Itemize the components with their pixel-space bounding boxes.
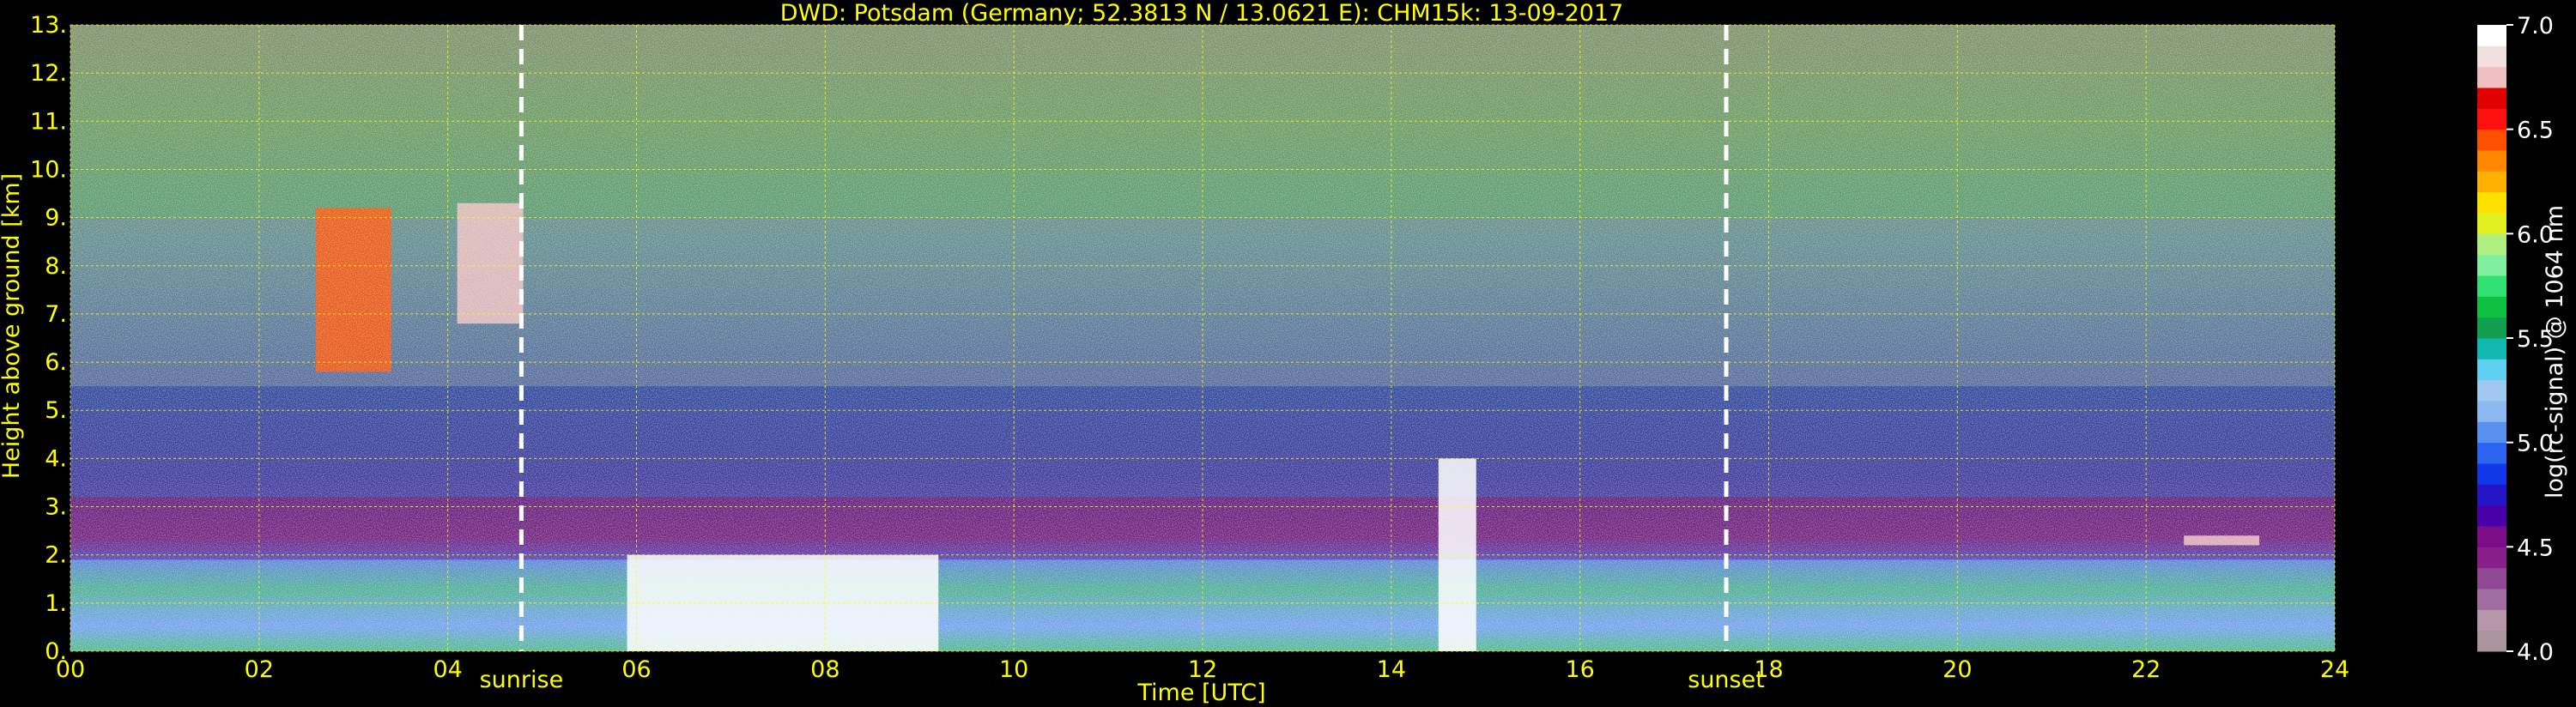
colorbar-swatch [2477,254,2506,276]
x-tick-label: 14 [1377,656,1406,683]
x-tick-label: 16 [1565,656,1594,683]
colorbar-swatch [2477,150,2506,172]
y-tick-label: 13. [30,12,67,39]
colorbar-swatch [2477,526,2506,547]
y-tick-label: 8. [45,253,67,280]
sunrise-label: sunrise [480,667,564,693]
sunset-label: sunset [1688,667,1765,693]
colorbar-swatch [2477,317,2506,339]
colorbar-swatch [2477,421,2506,444]
colorbar-swatch [2477,484,2506,506]
colorbar-swatch [2477,401,2506,422]
colorbar-swatch [2477,567,2506,589]
y-tick-label: 9. [45,205,67,232]
colorbar-swatch [2477,233,2506,256]
colorbar-swatch [2477,191,2506,214]
y-axis-ticks: 0. 1. 2. 3. 4. 5. 6. 7. 8. 9. 10. 11. 12. 13. [30,12,67,665]
x-tick-label: 10 [999,656,1028,683]
y-axis-label: Height above ground [km] [0,173,25,479]
colorbar-swatch [2477,359,2506,381]
ceilometer-chart: 00 02 04 06 08 10 12 14 16 18 20 22 24 0.1.2.3.4.5.6… [0,0,2568,706]
colorbar-swatch [2477,275,2506,297]
y-tick-label: 4. [45,445,67,472]
colorbar-swatch [2477,296,2506,318]
colorbar-swatch [2477,45,2506,68]
colorbar-swatch [2477,171,2506,193]
x-tick-label: 20 [1943,656,1972,683]
y-tick-label: 3. [45,494,67,521]
colorbar-tick-label: 7.0 [2517,13,2554,39]
colorbar-swatch [2477,25,2506,46]
y-tick-label: 7. [45,301,67,328]
colorbar: 4.04.55.05.56.06.57.0 log(rc-signal) @ 1… [2477,13,2568,666]
colorbar-swatch [2477,609,2506,631]
x-tick-label: 04 [433,656,462,683]
y-tick-label: 5. [45,397,67,424]
colorbar-swatch [2477,129,2506,151]
colorbar-tick-label: 4.0 [2517,639,2554,666]
colorbar-swatch [2477,442,2506,464]
x-tick-label: 08 [810,656,839,683]
x-tick-label: 06 [621,656,651,683]
y-tick-label: 2. [45,542,67,569]
colorbar-swatch [2477,630,2506,652]
colorbar-swatch [2477,338,2506,360]
y-tick-label: 0. [45,638,67,665]
colorbar-swatch [2477,66,2506,88]
x-axis-label: Time [UTC] [1136,680,1265,706]
colorbar-tick-label: 6.5 [2517,118,2554,144]
x-tick-label: 02 [245,656,274,683]
y-tick-label: 10. [30,156,67,183]
x-tick-label: 22 [2131,656,2161,683]
colorbar-swatch [2477,463,2506,485]
colorbar-swatch [2477,108,2506,130]
x-tick-label: 24 [2320,656,2349,683]
colorbar-label: log(rc-signal) @ 1064 nm [2542,205,2568,499]
colorbar-swatch [2477,505,2506,527]
colorbar-swatch [2477,589,2506,610]
colorbar-swatch [2477,547,2506,569]
colorbar-swatches [2477,25,2506,652]
colorbar-swatch [2477,88,2506,109]
colorbar-swatch [2477,379,2506,402]
y-tick-label: 6. [45,349,67,376]
colorbar-swatch [2477,213,2506,234]
y-tick-label: 12. [30,60,67,87]
chart-title: DWD: Potsdam (Germany; 52.3813 N / 13.06… [780,0,1624,27]
colorbar-tick-label: 4.5 [2517,535,2554,561]
y-tick-label: 11. [30,108,67,135]
plot-area [70,24,2336,652]
y-tick-label: 1. [45,590,67,617]
